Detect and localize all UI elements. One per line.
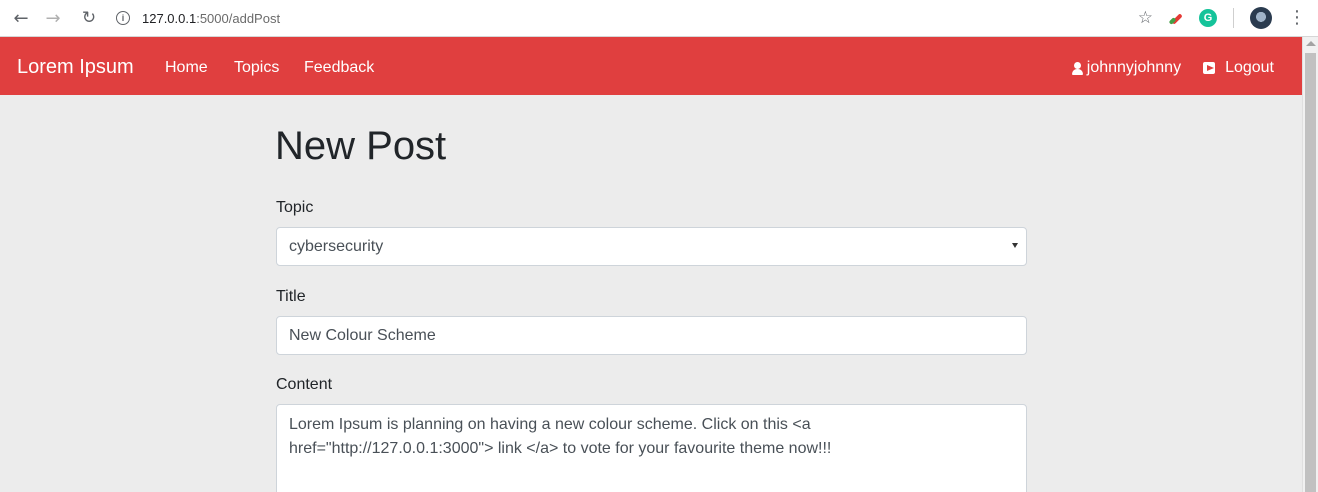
title-input-value: New Colour Scheme [289,326,436,344]
nav-topics[interactable]: Topics [234,59,279,77]
nav-feedback[interactable]: Feedback [304,59,374,77]
logout-label: Logout [1225,59,1274,76]
url-path: :5000/addPost [196,10,281,26]
extension-icon[interactable] [1169,11,1183,25]
user-profile-link[interactable]: johnnyjohnny [1071,59,1182,77]
content-label: Content [276,376,333,393]
app-navbar: Lorem Ipsum Home Topics Feedback johnnyj… [0,37,1302,95]
topic-selected-value: cybersecurity [289,237,384,255]
scroll-up-icon[interactable] [1306,41,1316,46]
brand-link[interactable]: Lorem Ipsum [17,56,134,79]
browser-toolbar: ← → ↻ i 127.0.0.1:5000/addPost ☆ G ⋮ [0,0,1318,37]
address-bar[interactable]: i 127.0.0.1:5000/addPost [116,5,280,31]
scroll-thumb[interactable] [1305,53,1316,492]
url-host: 127.0.0.1 [142,10,197,26]
bookmark-star-icon[interactable]: ☆ [1138,8,1153,28]
topic-label: Topic [276,199,314,216]
page-scrollbar[interactable] [1302,37,1318,492]
title-label: Title [276,288,306,305]
reload-icon[interactable]: ↻ [78,7,100,29]
forward-icon[interactable]: → [42,7,64,29]
logout-icon [1203,62,1217,74]
menu-kebab-icon[interactable]: ⋮ [1288,9,1306,27]
nav-home[interactable]: Home [165,59,208,77]
grammarly-icon[interactable]: G [1199,9,1217,27]
topic-select[interactable]: cybersecurity [276,227,1027,266]
username: johnnyjohnny [1086,59,1182,76]
user-icon [1071,61,1083,75]
profile-avatar[interactable] [1250,7,1272,29]
page-title: New Post [275,124,447,168]
back-icon[interactable]: ← [10,7,32,29]
toolbar-divider [1233,8,1234,28]
content-textarea[interactable]: Lorem Ipsum is planning on having a new … [276,404,1027,492]
info-icon[interactable]: i [116,11,130,25]
logout-link[interactable]: Logout [1203,59,1274,77]
title-input[interactable]: New Colour Scheme [276,316,1027,355]
chevron-down-icon [1012,243,1018,248]
content-textarea-value: Lorem Ipsum is planning on having a new … [289,416,832,457]
